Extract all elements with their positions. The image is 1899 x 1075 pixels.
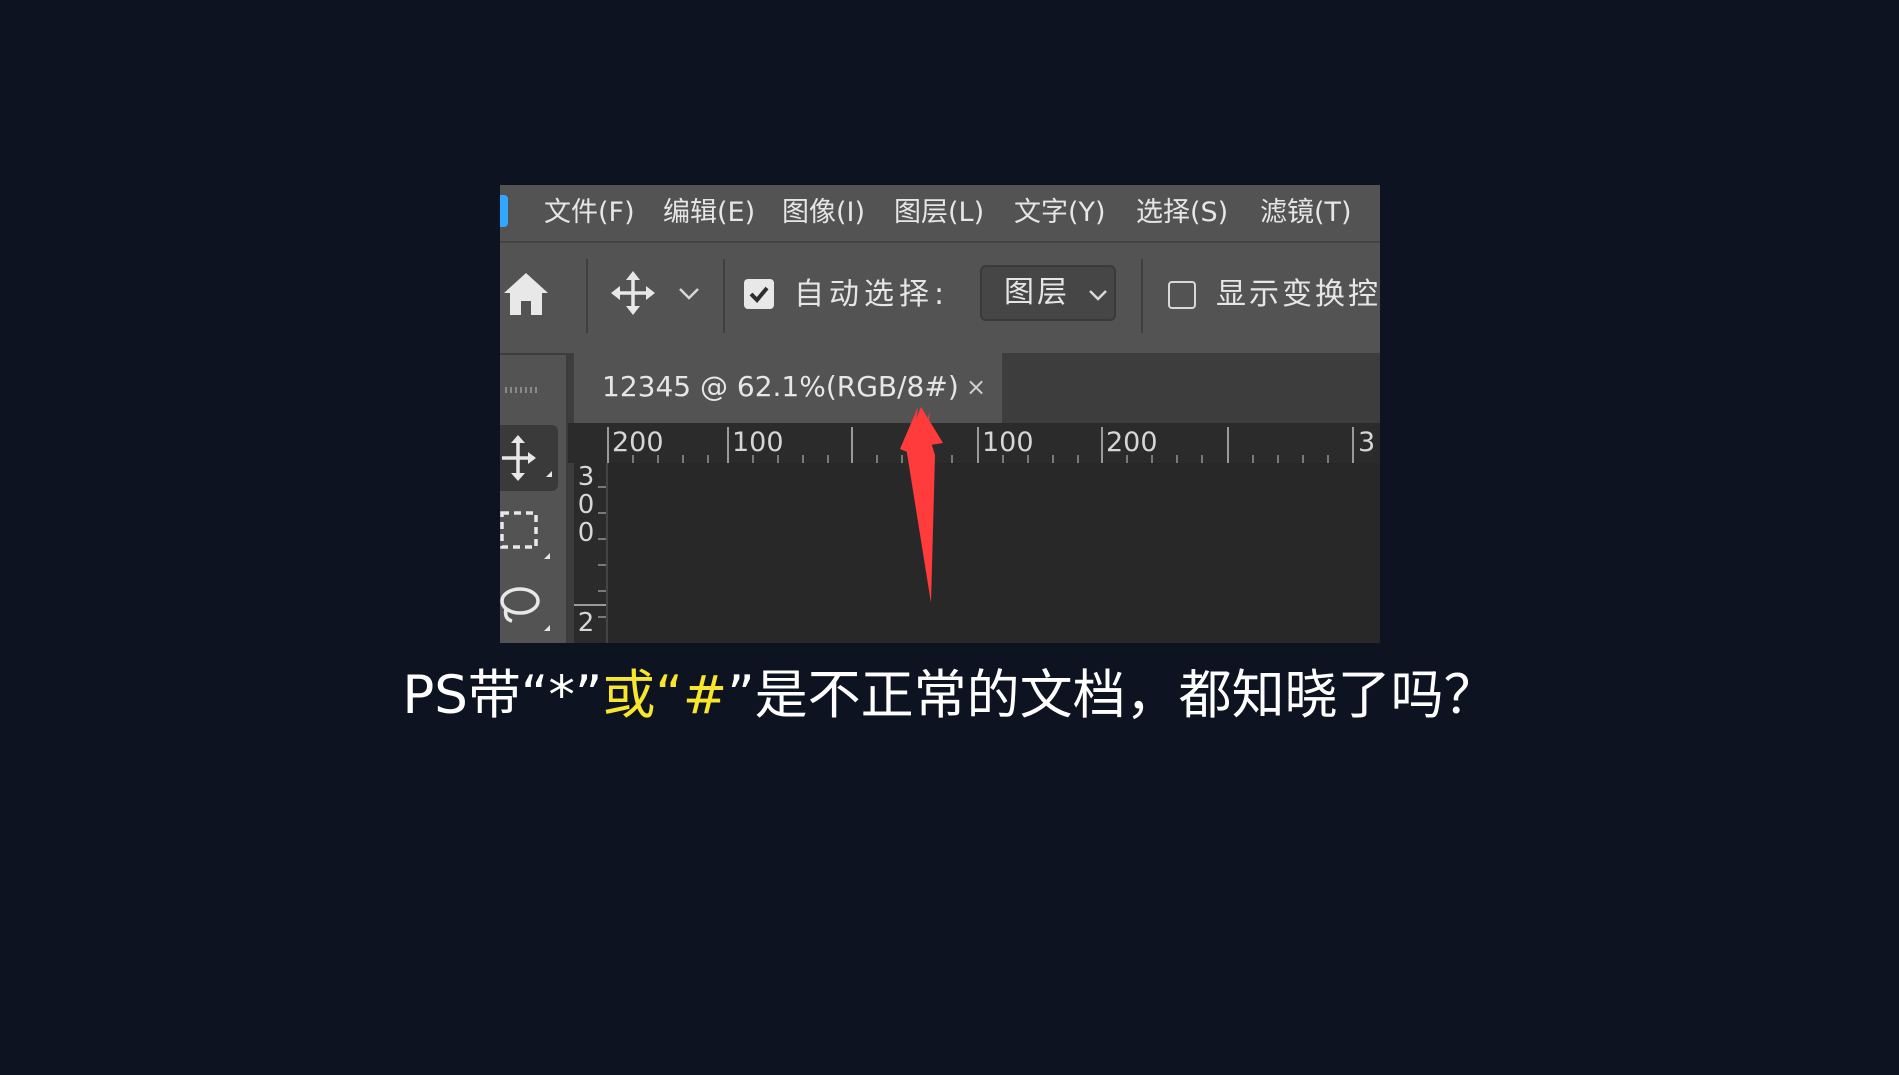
- caption: PS带“*”或“#”是不正常的文档，都知晓了吗？: [0, 658, 1899, 734]
- photoshop-screenshot: 文件(F) 编辑(E) 图像(I) 图层(L) 文字(Y) 选择(S) 滤镜(T…: [500, 185, 1380, 643]
- caption-highlight: 或: [602, 665, 656, 726]
- caption-part: ”是不正常的文档，都知晓了吗？: [727, 665, 1497, 726]
- caption-highlight: “#: [655, 665, 728, 726]
- annotation-arrow: [900, 407, 943, 603]
- caption-part: PS带“*”: [402, 665, 603, 726]
